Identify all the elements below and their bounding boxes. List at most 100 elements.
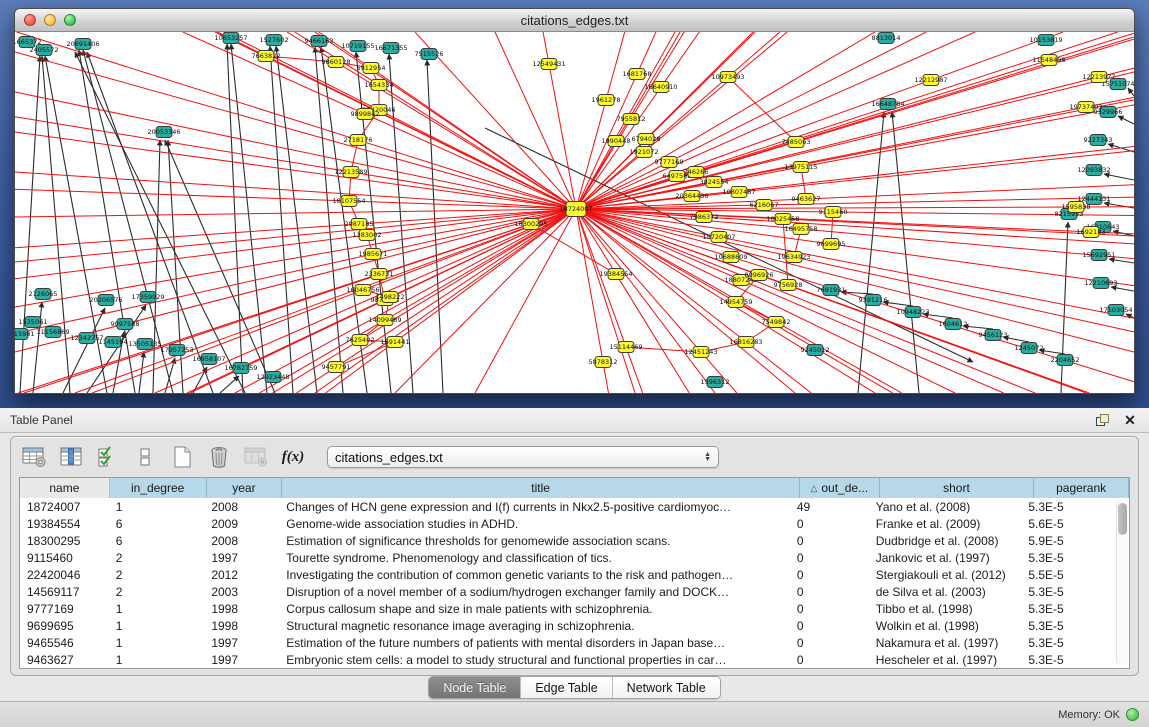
graph-node[interactable]: 12093832 [1077, 165, 1110, 176]
graph-edge-black[interactable] [231, 44, 267, 393]
table-row[interactable]: 911546021997Tourette syndrome. Phenomeno… [20, 550, 1115, 567]
float-panel-icon[interactable] [1093, 412, 1111, 428]
graph-node[interactable]: 10688609 [714, 252, 747, 263]
table-row[interactable]: 1830029562008Estimation of significance … [20, 533, 1115, 550]
graph-node[interactable]: 1691441 [381, 337, 410, 348]
graph-node[interactable]: 12213589 [334, 167, 367, 178]
graph-node[interactable]: 16816283 [729, 337, 762, 348]
graph-node[interactable]: 1596312 [701, 377, 730, 388]
graph-node[interactable]: 19634923 [777, 252, 810, 263]
graph-node[interactable]: 13505135 [128, 339, 161, 350]
graph-node[interactable]: 10025458 [766, 214, 799, 225]
graph-node[interactable]: 6216067 [750, 200, 779, 211]
network-view-window[interactable]: citations_edges.txt 16653722405572206914… [14, 8, 1135, 394]
graph-edge-red[interactable] [15, 189, 576, 209]
graph-node[interactable]: 12549431 [532, 59, 565, 70]
graph-node[interactable]: 9457791 [322, 362, 351, 373]
graph-node[interactable]: 10653257 [214, 33, 247, 44]
graph-node[interactable]: 5912954 [357, 63, 386, 74]
table-select-dropdown[interactable]: citations_edges.txt ▲▼ [327, 446, 719, 468]
graph-edge-black[interactable] [87, 305, 146, 393]
table-row[interactable]: 2242004622012Investigating the contribut… [20, 567, 1115, 584]
graph-node[interactable]: 1692183 [1077, 227, 1106, 238]
graph-node[interactable]: 8096926 [745, 270, 774, 281]
scrollbar-thumb[interactable] [1118, 503, 1127, 535]
graph-node[interactable]: 1498222 [376, 292, 405, 303]
graph-node[interactable]: 5878312 [589, 357, 618, 368]
row-options-icon[interactable] [132, 445, 158, 469]
column-header-short[interactable]: short [880, 478, 1035, 498]
graph-node[interactable]: 20053346 [147, 127, 180, 138]
graph-node[interactable]: 9456123 [979, 330, 1008, 341]
graph-node[interactable]: 2126065 [29, 289, 58, 300]
tab-network-table[interactable]: Network Table [613, 677, 720, 698]
column-header-year[interactable]: year [207, 478, 283, 498]
graph-node[interactable]: 1595838 [1062, 202, 1091, 213]
graph-edge-black[interactable] [1061, 222, 1068, 393]
graph-node[interactable]: 18107554 [332, 196, 365, 207]
graph-edge-black[interactable] [1128, 88, 1134, 96]
graph-node[interactable]: 9899842 [351, 109, 380, 120]
graph-node[interactable]: 746266 [684, 167, 709, 178]
graph-node[interactable]: 14099489 [368, 315, 401, 326]
graph-edge-red[interactable] [576, 209, 1134, 332]
column-header-out_de[interactable]: △out_de... [800, 478, 880, 498]
graph-node[interactable]: 15692951 [1082, 250, 1115, 261]
graph-node[interactable]: 9227343 [1084, 135, 1113, 146]
graph-edge-black[interactable] [220, 376, 239, 393]
graph-edge-black[interactable] [139, 352, 144, 393]
graph-node[interactable]: 1654334 [365, 80, 394, 91]
graph-node[interactable]: 1527602 [260, 35, 289, 46]
graph-edge-red[interactable] [728, 77, 796, 142]
graph-node[interactable]: 10153819 [1029, 35, 1062, 46]
close-panel-icon[interactable]: ✕ [1121, 412, 1139, 428]
graph-node[interactable]: 1535061 [19, 317, 48, 328]
graph-node[interactable]: 2405572 [30, 45, 59, 56]
graph-edge-black[interactable] [485, 128, 973, 362]
column-header-name[interactable]: name [20, 478, 110, 498]
graph-node[interactable]: 17957253 [160, 345, 193, 356]
graph-node[interactable]: 7515526 [415, 49, 444, 60]
graph-edge-black[interactable] [153, 140, 160, 393]
show-columns-icon[interactable] [58, 445, 84, 469]
graph-node[interactable]: 15720407 [702, 232, 735, 243]
graph-node[interactable]: 17359929 [131, 292, 164, 303]
graph-node[interactable]: 9699695 [817, 239, 846, 250]
graph-node[interactable]: 6794028 [632, 134, 661, 145]
graph-node[interactable]: 1681768 [623, 69, 652, 80]
graph-edge-black[interactable] [20, 56, 40, 393]
graph-edge-black[interactable] [963, 326, 993, 329]
graph-node[interactable]: 9756928 [774, 280, 803, 291]
graph-edge-red[interactable] [576, 209, 1134, 318]
graph-edge-red[interactable] [576, 209, 1134, 259]
graph-edge-red[interactable] [576, 32, 1063, 209]
graph-node[interactable]: 7625402 [346, 335, 375, 346]
graph-edge-red[interactable] [15, 172, 576, 209]
graph-node[interactable]: 1915981 [15, 329, 34, 340]
select-rows-icon[interactable] [95, 445, 121, 469]
graph-node[interactable]: 12210693 [1084, 278, 1117, 289]
graph-node[interactable]: 9391216 [859, 295, 888, 306]
graph-node[interactable]: 16640910 [644, 82, 677, 93]
graph-node[interactable]: 7549842 [762, 317, 791, 328]
graph-edge-red[interactable] [576, 32, 780, 209]
graph-node[interactable]: 1921072 [630, 147, 659, 158]
column-header-pagerank[interactable]: pagerank [1034, 478, 1129, 498]
graph-edge-red[interactable] [15, 209, 576, 352]
graph-node[interactable]: 2718176 [344, 135, 373, 146]
column-header-title[interactable]: title [282, 478, 800, 498]
graph-node[interactable]: 10719155 [341, 41, 374, 52]
graph-node[interactable]: 12212987 [914, 75, 947, 86]
graph-node[interactable]: 9777169 [655, 157, 684, 168]
citation-network-graph[interactable]: 1665372240557220691406106532571527602946… [15, 32, 1134, 393]
graph-node[interactable]: 9463627 [792, 194, 821, 205]
graph-edge-black[interactable] [1109, 259, 1134, 263]
column-header-in_degree[interactable]: in_degree [110, 478, 207, 498]
graph-edge-red[interactable] [576, 209, 1004, 393]
graph-node[interactable]: 9860128 [322, 57, 351, 68]
graph-node[interactable]: 7986372 [690, 212, 719, 223]
graph-node[interactable]: 14954759 [719, 297, 752, 308]
table-header-row[interactable]: namein_degreeyeartitle△out_de...shortpag… [20, 478, 1129, 498]
graph-node[interactable]: 11156869 [36, 327, 69, 338]
table-row[interactable]: 946362711997Embryonic stem cells: a mode… [20, 652, 1115, 668]
